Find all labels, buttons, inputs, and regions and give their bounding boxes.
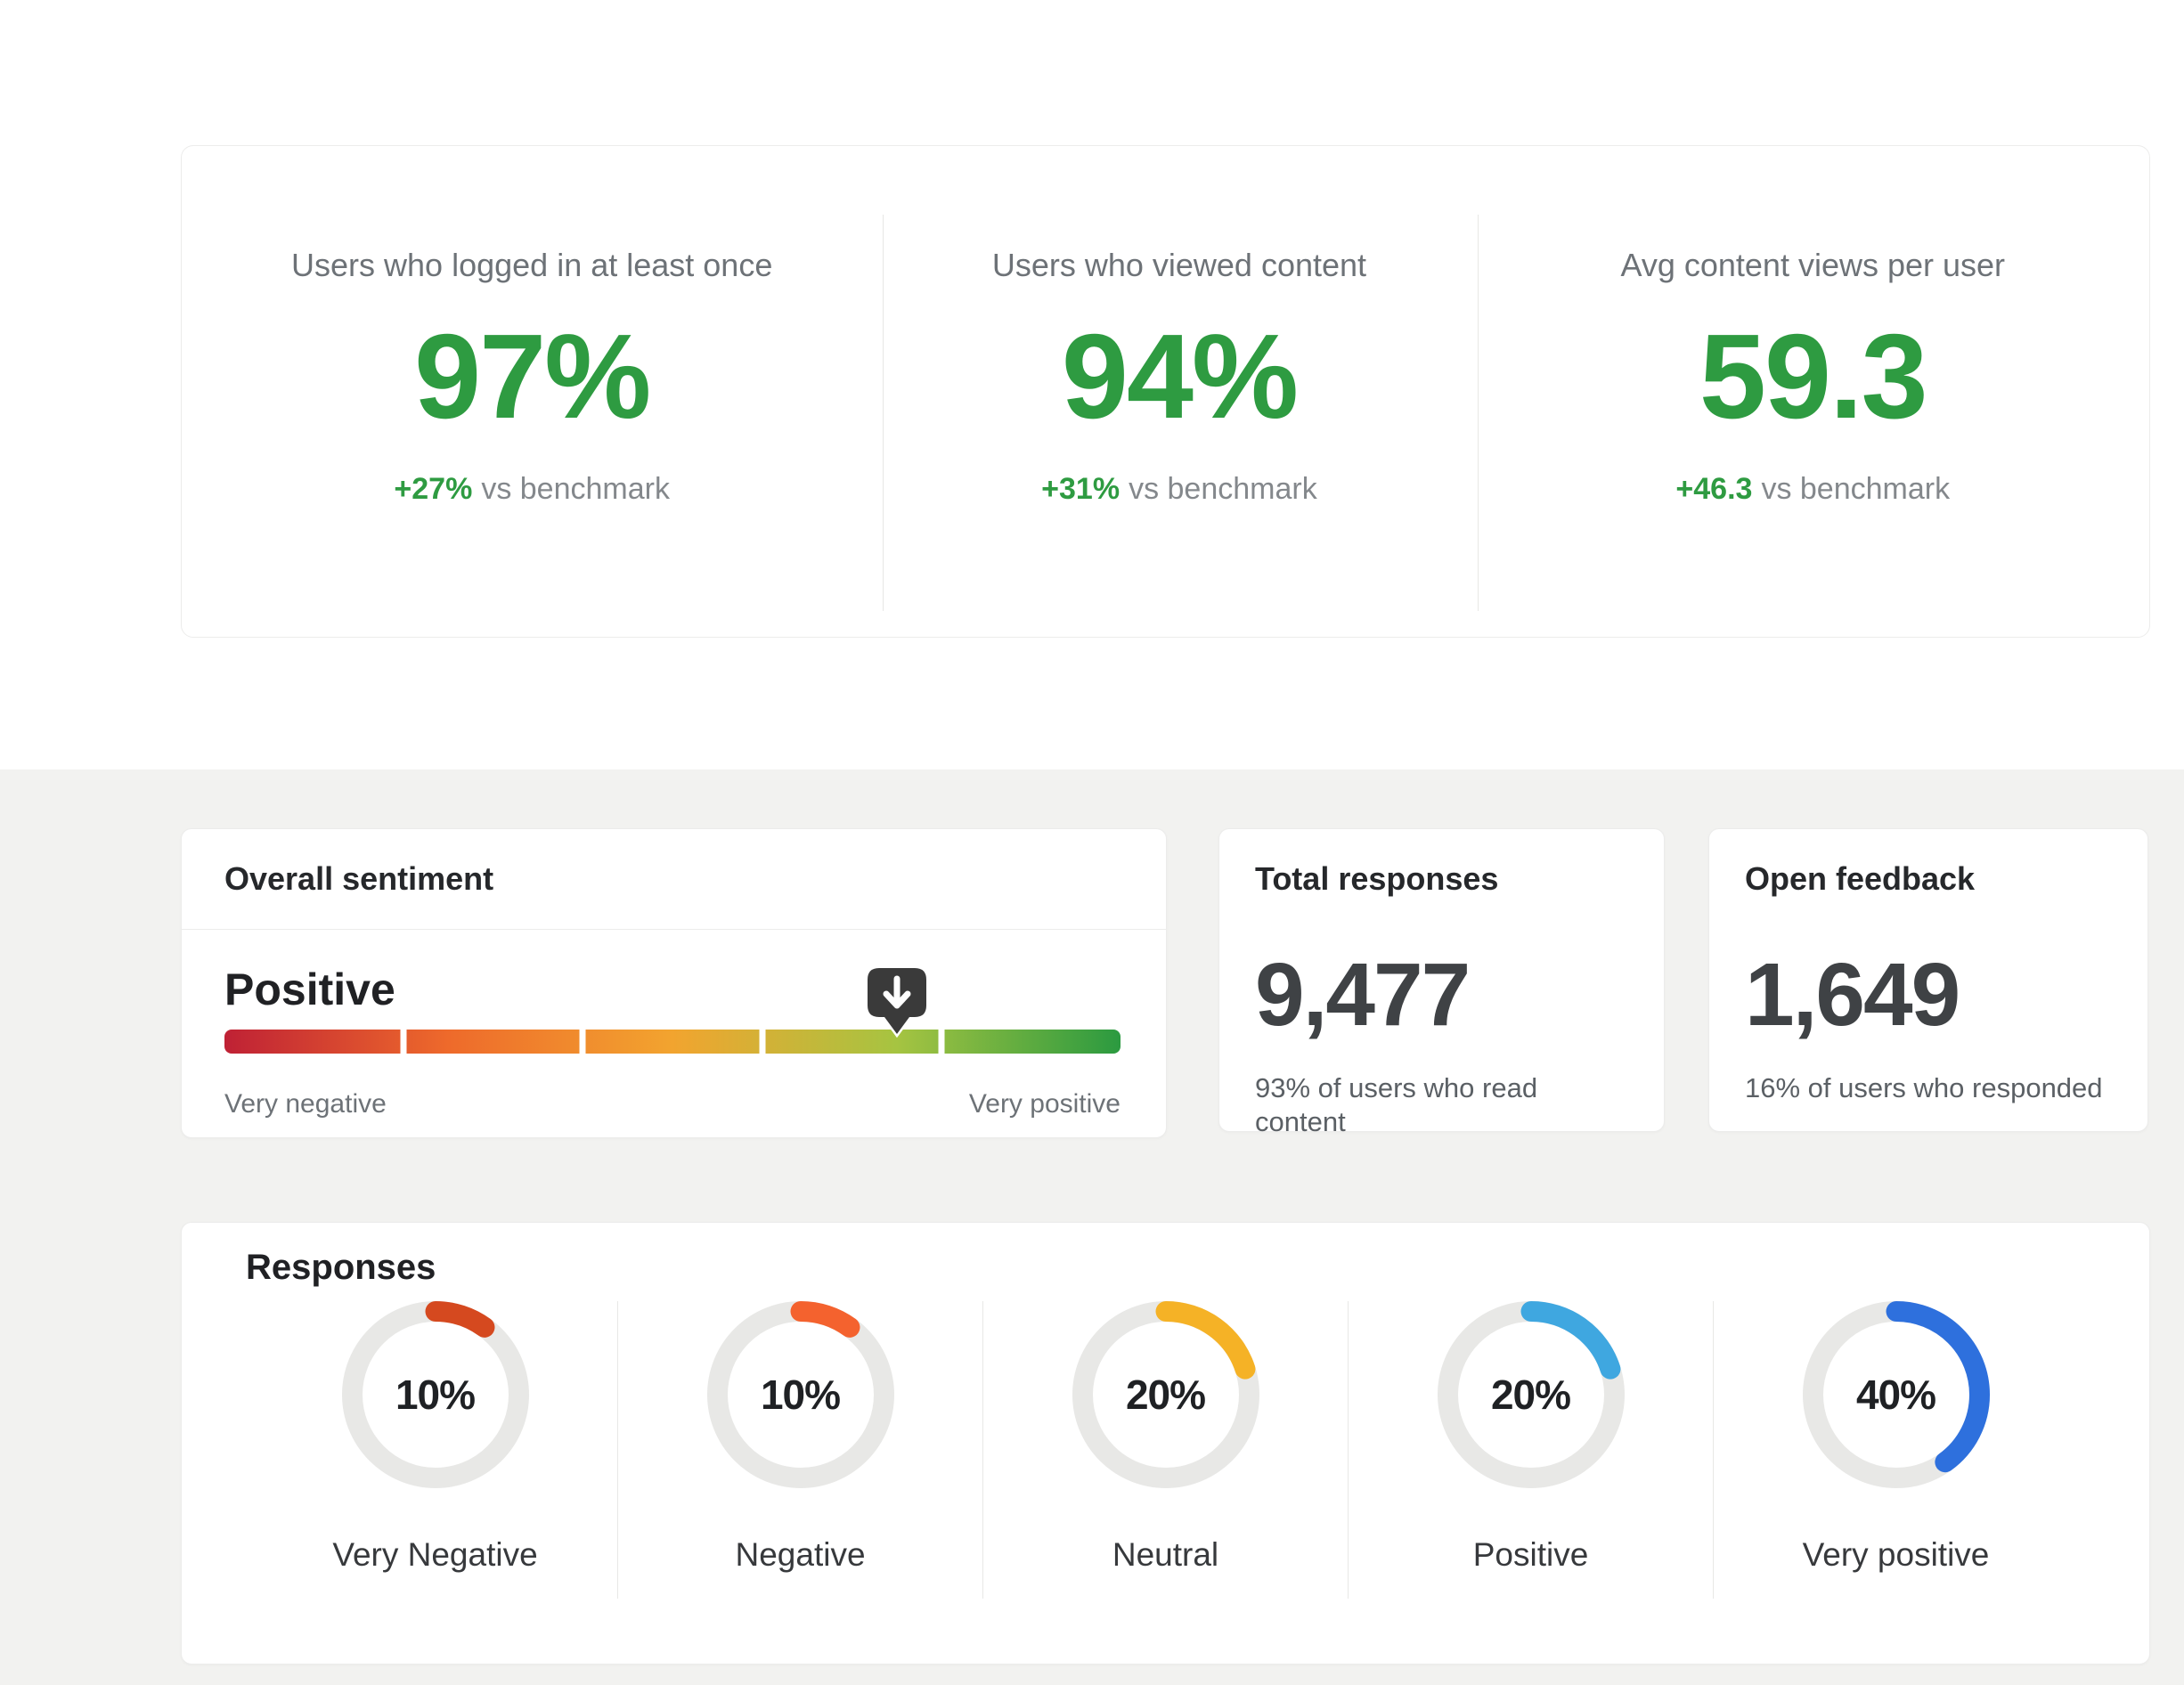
donut-very-positive: 40% Very positive: [1714, 1301, 2078, 1599]
bar-segment-gap: [759, 1030, 765, 1054]
sentiment-value-label: Positive: [224, 964, 1123, 1015]
donut-chart: 20%: [1072, 1301, 1259, 1488]
sentiment-card-header: Overall sentiment: [182, 829, 1166, 930]
donut-chart: 40%: [1803, 1301, 1990, 1488]
donut-label: Very positive: [1803, 1534, 1990, 1575]
scale-max-label: Very positive: [969, 1089, 1121, 1119]
down-arrow-icon: [865, 965, 929, 1042]
bar-segment-gap: [938, 1030, 944, 1054]
metric-divider: [1478, 215, 1479, 611]
donut-percent: 10%: [707, 1301, 894, 1488]
donut-very-negative: 10% Very Negative: [253, 1301, 618, 1599]
donut-positive: 20% Positive: [1349, 1301, 1714, 1599]
donut-neutral: 20% Neutral: [983, 1301, 1349, 1599]
donut-chart: 20%: [1438, 1301, 1625, 1488]
metric-value: 97%: [414, 310, 649, 444]
engagement-dashboard: Users who logged in at least once 97% +2…: [0, 0, 2184, 1685]
responses-card: Responses 10% Very Negative: [181, 1222, 2150, 1665]
metric-delta: +31%: [1041, 472, 1120, 506]
donut-chart: 10%: [707, 1301, 894, 1488]
donut-label: Very Negative: [332, 1534, 537, 1575]
total-responses-card: Total responses 9,477 93% of users who r…: [1218, 828, 1665, 1132]
donut-label: Neutral: [1112, 1534, 1218, 1575]
donut-percent: 20%: [1072, 1301, 1259, 1488]
metric-value: 94%: [1062, 310, 1297, 444]
metric-benchmark-row: +27% vs benchmark: [394, 470, 670, 508]
metric-logged-in: Users who logged in at least once 97% +2…: [182, 146, 882, 637]
open-feedback-card: Open feedback 1,649 16% of users who res…: [1708, 828, 2148, 1132]
summary-card-title: Total responses: [1255, 859, 1628, 899]
top-metrics-card: Users who logged in at least once 97% +2…: [181, 145, 2150, 638]
responses-donut-row: 10% Very Negative 10% Negative: [253, 1301, 2078, 1599]
summary-card-title: Open feedback: [1745, 859, 2112, 899]
summary-card-caption: 93% of users who read content: [1255, 1071, 1628, 1139]
donut-negative: 10% Negative: [618, 1301, 983, 1599]
sentiment-gradient-bar: [224, 1030, 1121, 1054]
donut-percent: 40%: [1803, 1301, 1990, 1488]
sentiment-scale-labels: Very negative Very positive: [224, 1089, 1121, 1119]
metric-viewed-content: Users who viewed content 94% +31% vs benc…: [882, 146, 1476, 637]
donut-chart: 10%: [342, 1301, 529, 1488]
summary-card-value: 1,649: [1745, 945, 2112, 1045]
sentiment-card-body: Positive Very negative Very positive: [182, 964, 1166, 1119]
metric-title: Avg content views per user: [1620, 246, 2005, 285]
summary-card-caption: 16% of users who responded: [1745, 1071, 2112, 1105]
metric-delta: +27%: [394, 472, 472, 506]
donut-percent: 10%: [342, 1301, 529, 1488]
responses-title: Responses: [182, 1246, 2149, 1289]
sentiment-card-title: Overall sentiment: [224, 859, 1123, 899]
metric-value: 59.3: [1699, 310, 1927, 444]
metric-benchmark-row: +31% vs benchmark: [1041, 470, 1317, 508]
donut-label: Negative: [735, 1534, 865, 1575]
donut-percent: 20%: [1438, 1301, 1625, 1488]
metric-title: Users who logged in at least once: [291, 246, 772, 285]
donut-label: Positive: [1473, 1534, 1589, 1575]
overall-sentiment-card: Overall sentiment Positive Very negative…: [181, 828, 1167, 1138]
metric-delta: +46.3: [1675, 472, 1752, 506]
metric-delta-suffix: vs benchmark: [481, 472, 670, 506]
metric-delta-suffix: vs benchmark: [1129, 472, 1317, 506]
metric-benchmark-row: +46.3 vs benchmark: [1675, 470, 1950, 508]
metric-avg-views: Avg content views per user 59.3 +46.3 vs …: [1477, 146, 2150, 637]
bar-segment-gap: [580, 1030, 586, 1054]
metric-delta-suffix: vs benchmark: [1761, 472, 1950, 506]
scale-min-label: Very negative: [224, 1089, 387, 1119]
metric-divider: [883, 215, 884, 611]
metric-title: Users who viewed content: [992, 246, 1366, 285]
bar-segment-gap: [401, 1030, 407, 1054]
sentiment-gauge: [224, 1030, 1123, 1054]
summary-card-value: 9,477: [1255, 945, 1628, 1045]
